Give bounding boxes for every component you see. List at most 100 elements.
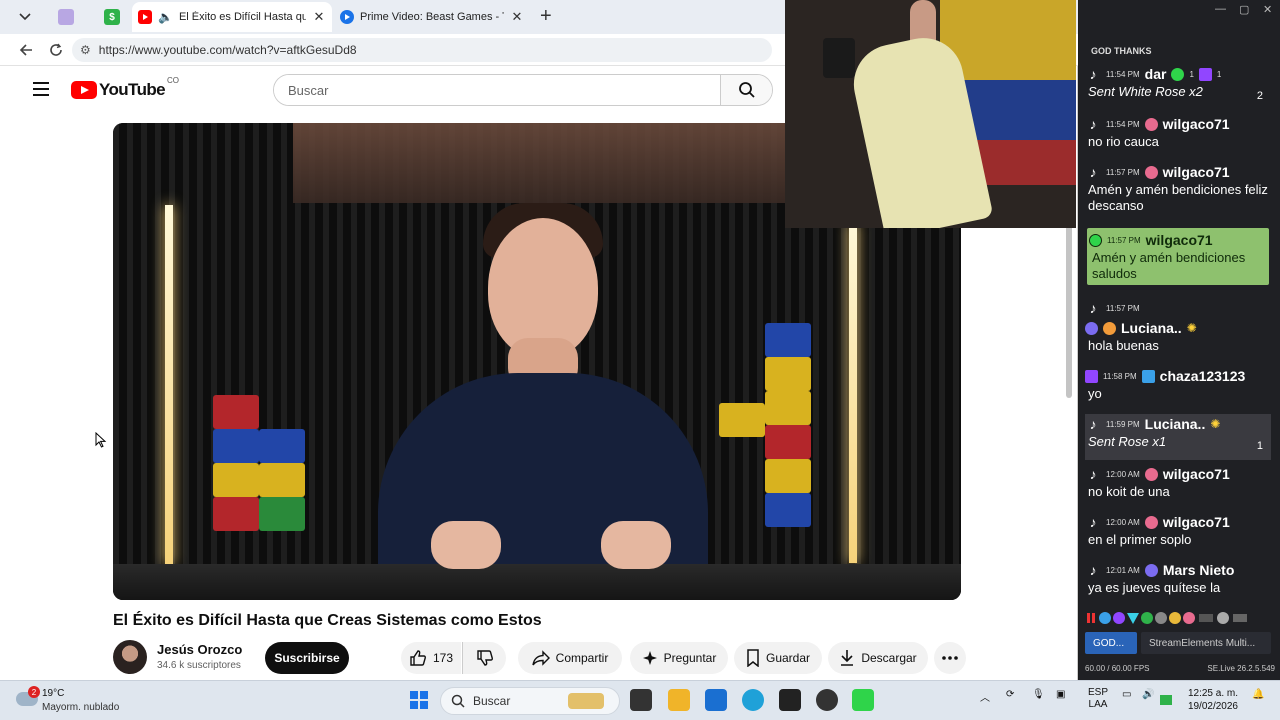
bookmark-icon bbox=[747, 649, 759, 667]
close-icon[interactable]: ✕ bbox=[1263, 3, 1272, 16]
chat-window-controls: — ▢ ✕ bbox=[1079, 0, 1280, 20]
edge-icon[interactable] bbox=[742, 689, 764, 711]
mic-icon[interactable]: 🎙 bbox=[1032, 689, 1045, 700]
store-icon[interactable] bbox=[705, 689, 727, 711]
user-badge-icon bbox=[1144, 515, 1158, 529]
fps-counter: 60.00 / 60.00 FPS bbox=[1085, 664, 1150, 673]
top-count: 1 bbox=[1189, 69, 1194, 79]
back-button[interactable] bbox=[16, 40, 36, 60]
chat-app-icon[interactable] bbox=[852, 689, 874, 711]
chat-message: ♪ 12:00 AM wilgaco71 no koit de una bbox=[1085, 464, 1271, 500]
start-button[interactable] bbox=[408, 689, 430, 711]
presenter-hand bbox=[431, 521, 501, 569]
obs-icon[interactable] bbox=[816, 689, 838, 711]
search-input[interactable] bbox=[274, 75, 720, 105]
speaker-icon[interactable]: 🔈 bbox=[158, 10, 173, 24]
message-user: Luciana.. bbox=[1144, 416, 1206, 432]
new-tab-button[interactable]: + bbox=[540, 6, 552, 26]
lego-brick bbox=[213, 463, 259, 497]
tab-title: Prime Video: Beast Games - Temp bbox=[360, 11, 504, 23]
message-user: wilgaco71 bbox=[1162, 164, 1230, 180]
back-arrow-icon bbox=[19, 44, 32, 56]
message-text: ya es jueves quítese la bbox=[1088, 580, 1221, 595]
keyboard-layout: LAA bbox=[1088, 699, 1108, 710]
search-button[interactable] bbox=[720, 75, 772, 105]
user-badge-icon bbox=[1144, 563, 1158, 577]
clock-date: 19/02/2026 bbox=[1187, 701, 1238, 712]
reload-icon bbox=[50, 43, 62, 56]
tab-prime-video[interactable]: Prime Video: Beast Games - Temp ✕ bbox=[334, 2, 530, 32]
message-user: wilgaco71 bbox=[1162, 466, 1230, 482]
maximize-icon[interactable]: ▢ bbox=[1239, 3, 1249, 16]
weather-widget[interactable]: 2 19°C Mayorm. nublado bbox=[16, 686, 146, 716]
chat-tab-streamelements[interactable]: StreamElements Multi... bbox=[1141, 632, 1271, 654]
close-tab-icon[interactable]: ✕ bbox=[312, 9, 326, 25]
notifications-icon[interactable]: 🔔 bbox=[1252, 689, 1264, 700]
message-text: hola buenas bbox=[1088, 338, 1159, 353]
app-icon[interactable] bbox=[779, 689, 801, 711]
task-view-icon[interactable] bbox=[630, 689, 652, 711]
tiktok-icon: ♪ bbox=[1089, 466, 1097, 482]
clock[interactable]: 12:25 a. m. 19/02/2026 bbox=[1168, 687, 1238, 713]
clock-time: 12:25 a. m. bbox=[1187, 688, 1238, 699]
like-count: 173 bbox=[432, 651, 454, 665]
dislike-button[interactable] bbox=[462, 642, 506, 674]
lego-brick bbox=[213, 497, 259, 531]
tab-list-button[interactable] bbox=[12, 6, 38, 28]
like-button[interactable]: 173 bbox=[401, 642, 461, 674]
tiktok-icon: ♪ bbox=[1089, 116, 1097, 132]
channel-avatar[interactable] bbox=[113, 640, 147, 674]
more-actions-button[interactable] bbox=[934, 642, 966, 674]
twitch-badge-icon bbox=[1085, 369, 1098, 383]
emote-strip bbox=[1079, 606, 1280, 628]
message-user: Mars Nieto bbox=[1162, 562, 1235, 578]
display-icon[interactable]: ▣ bbox=[1056, 689, 1065, 700]
lego-brick bbox=[213, 395, 259, 429]
notification-badge: 2 bbox=[28, 686, 40, 698]
tiktok-icon: ♪ bbox=[1089, 164, 1097, 180]
chat-message: ♪ 11:54 PM dar 1 1 Sent White Rose x2 2 bbox=[1085, 64, 1271, 102]
site-info-icon[interactable]: ⚙ bbox=[80, 43, 91, 57]
youtube-logo[interactable]: YouTube CO bbox=[71, 76, 179, 100]
subscribe-button[interactable]: Suscribirse bbox=[265, 642, 349, 674]
lego-brick bbox=[765, 323, 811, 357]
ask-button[interactable]: Preguntar bbox=[630, 642, 728, 674]
download-icon bbox=[841, 650, 854, 666]
save-button[interactable]: Guardar bbox=[734, 642, 822, 674]
share-button[interactable]: Compartir bbox=[518, 642, 622, 674]
tab-youtube[interactable]: 🔈 El Éxito es Difícil Hasta que Cr ✕ bbox=[132, 2, 332, 32]
sync-icon[interactable]: ⟳ bbox=[1006, 689, 1014, 700]
mouse-cursor-icon bbox=[95, 432, 107, 448]
address-bar[interactable]: ⚙ https://www.youtube.com/watch?v=aftkGe… bbox=[72, 38, 772, 62]
video-lamp bbox=[165, 205, 173, 565]
message-text: en el primer soplo bbox=[1088, 532, 1192, 547]
chat-panel: — ▢ ✕ GOD THANKS ♪ 11:54 PM dar 1 1 Sent… bbox=[1079, 0, 1280, 680]
file-explorer-icon[interactable] bbox=[668, 689, 690, 711]
video-actions: Jesús Orozco 34.6 k suscriptores Suscrib… bbox=[113, 640, 973, 676]
menu-icon[interactable] bbox=[33, 82, 49, 96]
lego-brick bbox=[765, 391, 811, 425]
download-button[interactable]: Descargar bbox=[828, 642, 928, 674]
gift-count: 1 bbox=[1256, 440, 1263, 452]
chat-tab-god[interactable]: GOD... bbox=[1085, 632, 1137, 654]
reload-button[interactable] bbox=[46, 40, 66, 60]
kick-badge-icon bbox=[1089, 233, 1102, 247]
message-time: 12:01 AM bbox=[1106, 565, 1140, 575]
twitch-badge-icon bbox=[1198, 67, 1212, 81]
tray-chevron-icon[interactable]: ︿ bbox=[980, 689, 990, 704]
minimize-icon[interactable]: — bbox=[1215, 3, 1226, 15]
taskbar: 2 19°C Mayorm. nublado Buscar ︿ ⟳ 🎙 ▣ ES… bbox=[0, 680, 1280, 720]
channel-name[interactable]: Jesús Orozco bbox=[157, 642, 242, 657]
message-time: 11:54 PM bbox=[1106, 119, 1140, 129]
pinned-tab-sheets-icon[interactable]: $ bbox=[104, 9, 120, 25]
close-tab-icon[interactable]: ✕ bbox=[510, 9, 524, 25]
chat-message: ♪ 12:00 AM wilgaco71 en el primer soplo bbox=[1085, 512, 1271, 548]
volume-icon[interactable]: 🔊 bbox=[1142, 689, 1154, 700]
input-language[interactable]: ESP LAA bbox=[1088, 687, 1108, 711]
lego-brick bbox=[259, 463, 305, 497]
video-lamp bbox=[849, 223, 857, 563]
pinned-tab-icon[interactable] bbox=[58, 9, 74, 25]
network-icon[interactable]: ▭ bbox=[1122, 689, 1131, 700]
taskbar-search[interactable]: Buscar bbox=[440, 687, 620, 715]
chat-message: 11:58 PM chaza123123 yo bbox=[1085, 366, 1271, 402]
